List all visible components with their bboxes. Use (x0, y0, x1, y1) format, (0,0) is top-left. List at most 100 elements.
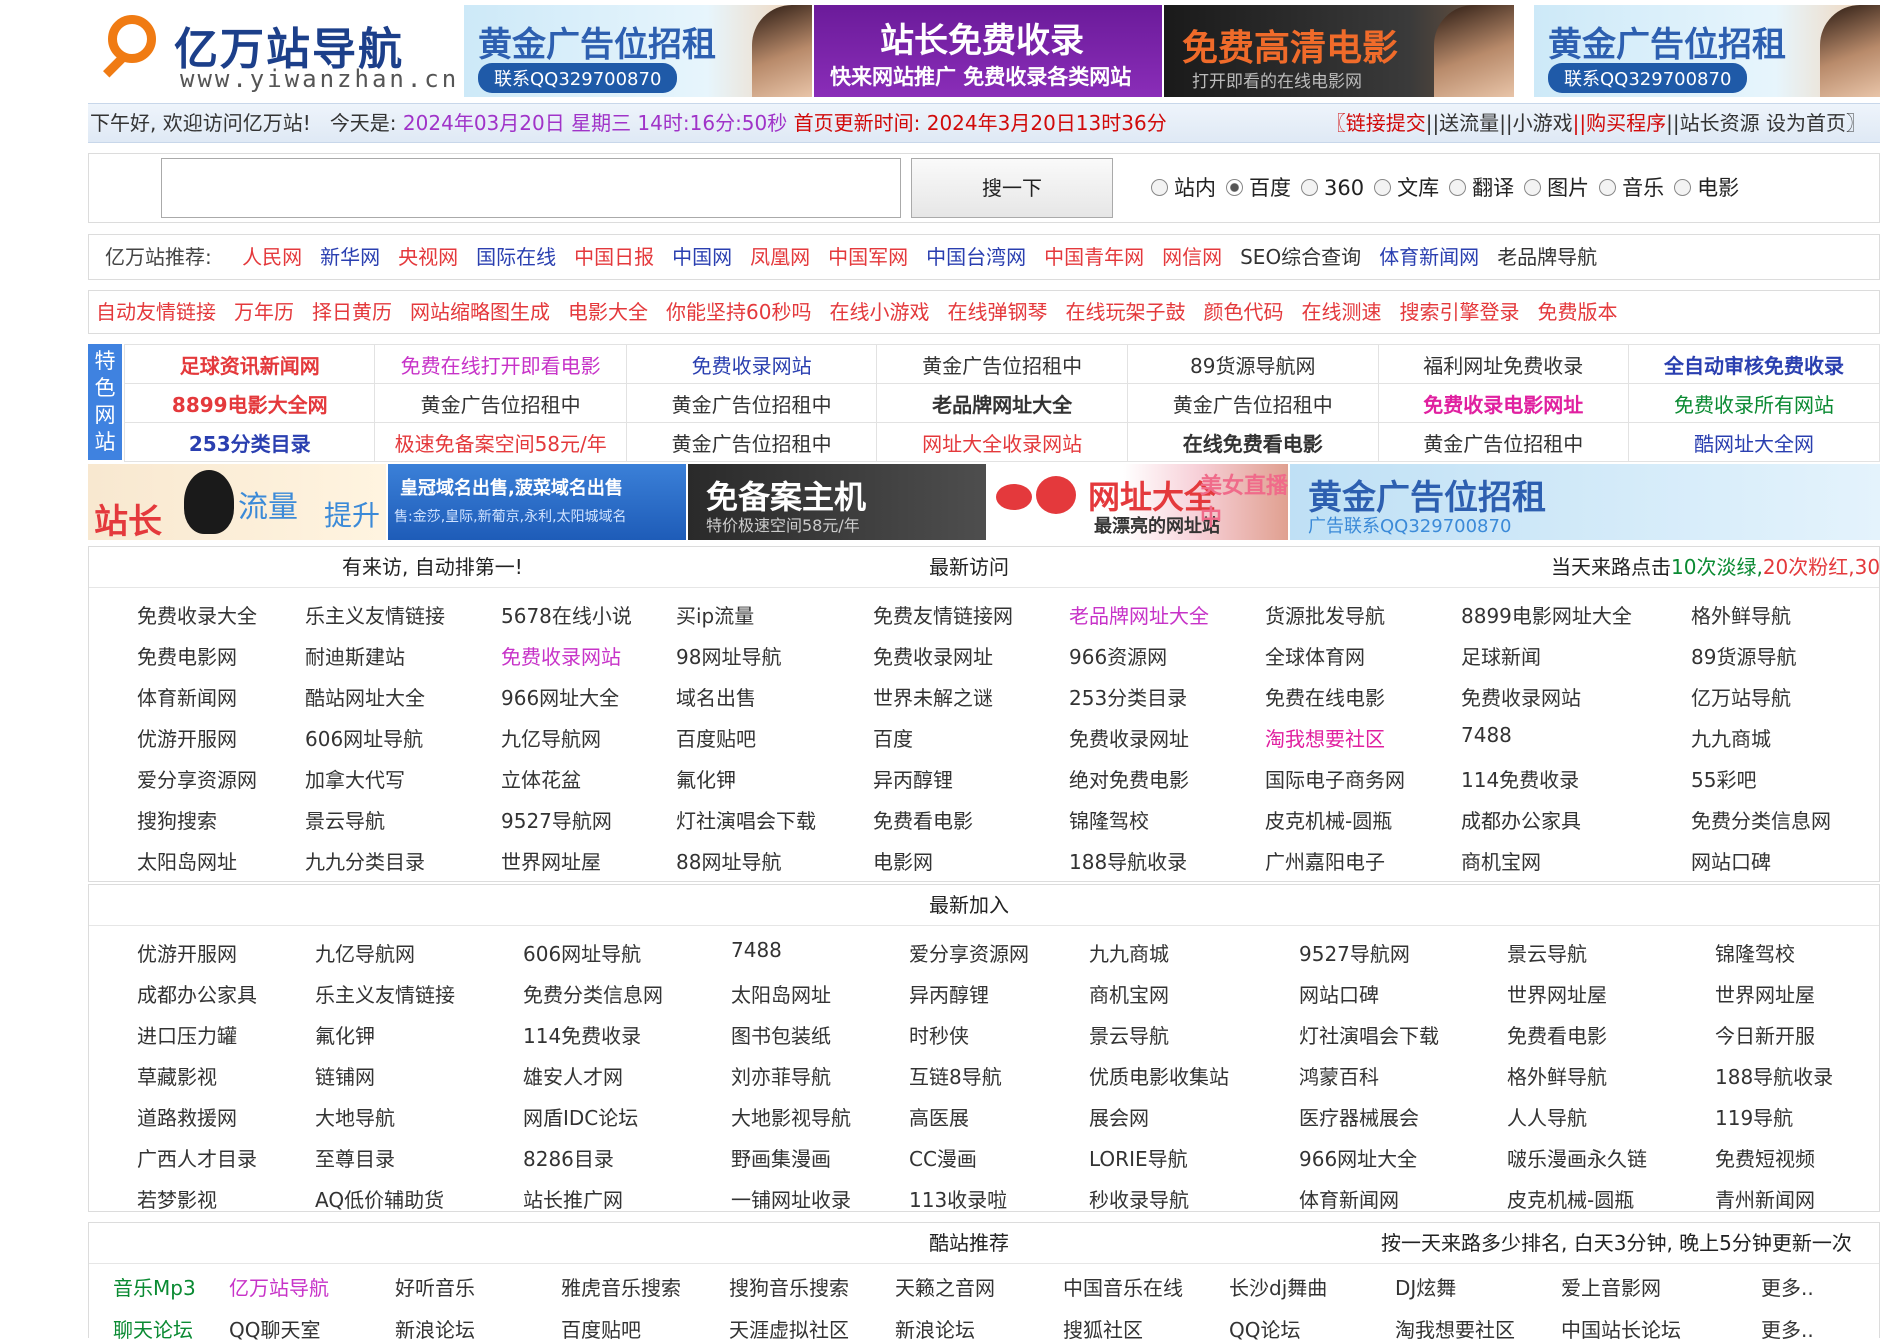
cool-link[interactable]: 中国音乐在线 (1063, 1272, 1183, 1301)
tool-link[interactable]: 电影大全 (568, 300, 648, 324)
recommend-link[interactable]: 网信网 (1162, 245, 1222, 269)
site-link[interactable]: 电影网 (873, 846, 933, 875)
site-link[interactable]: 格外鲜导航 (1691, 600, 1791, 629)
site-link[interactable]: 站长推广网 (523, 1184, 623, 1213)
site-link[interactable]: 灯社演唱会下载 (1299, 1020, 1439, 1049)
site-link[interactable]: 皮克机械-圆瓶 (1265, 805, 1392, 834)
site-link[interactable]: 刘亦菲导航 (731, 1061, 831, 1090)
site-link[interactable]: 秒收录导航 (1089, 1184, 1189, 1213)
site-link[interactable]: 搜狗搜索 (137, 805, 217, 834)
search-button[interactable]: 搜一下 (911, 158, 1113, 218)
banner-ad-3[interactable]: 免费高清电影 打开即看的在线电影网 (1164, 5, 1514, 97)
site-link[interactable]: 9527导航网 (1299, 938, 1410, 967)
site-link[interactable]: 进口压力罐 (137, 1020, 237, 1049)
site-link[interactable]: 若梦影视 (137, 1184, 217, 1213)
site-link[interactable]: 国际电子商务网 (1265, 764, 1405, 793)
radio-button[interactable] (1524, 179, 1542, 196)
site-link[interactable]: 今日新开服 (1715, 1020, 1815, 1049)
site-link[interactable]: 966资源网 (1069, 641, 1167, 670)
cool-link[interactable]: 亿万站导航 (229, 1272, 329, 1301)
site-link[interactable]: 113收录啦 (909, 1184, 1007, 1213)
site-link[interactable]: 爱分享资源网 (137, 764, 257, 793)
cool-link[interactable]: 新浪论坛 (895, 1314, 975, 1343)
radio-button[interactable] (1301, 179, 1318, 196)
featured-link[interactable]: 黄金广告位招租中 (625, 422, 878, 462)
site-link[interactable]: 高医展 (909, 1102, 969, 1131)
recommend-link[interactable]: 中国网 (672, 245, 732, 269)
tool-link[interactable]: 免费版本 (1537, 300, 1617, 324)
featured-link[interactable]: 8899电影大全网 (123, 383, 376, 423)
site-link[interactable]: 98网址导航 (676, 641, 781, 670)
site-link[interactable]: 7488 (731, 938, 782, 962)
site-link[interactable]: 足球新闻 (1461, 641, 1541, 670)
traffic-link[interactable]: ||送流量 (1426, 111, 1499, 135)
site-link[interactable]: 89货源导航 (1691, 641, 1796, 670)
cool-link[interactable]: 天籁之音网 (895, 1272, 995, 1301)
ad-domain-sale[interactable]: 皇冠域名出售,菠菜域名出售 售:金莎,皇际,新葡京,永利,太阳城域名 (388, 464, 686, 540)
site-link[interactable]: 免费收录网址 (1069, 723, 1189, 752)
site-link[interactable]: 世界网址屋 (1715, 979, 1815, 1008)
site-link[interactable]: 253分类目录 (1069, 682, 1187, 711)
site-link[interactable]: 8286目录 (523, 1143, 614, 1172)
site-link[interactable]: 景云导航 (1507, 938, 1587, 967)
recommend-link[interactable]: 中国军网 (828, 245, 908, 269)
site-link[interactable]: 异丙醇锂 (909, 979, 989, 1008)
site-link[interactable]: 全球体育网 (1265, 641, 1365, 670)
banner-ad-4[interactable]: 黄金广告位招租 联系QQ329700870 (1534, 5, 1880, 97)
featured-link[interactable]: 89货源导航网 (1126, 344, 1379, 384)
site-link[interactable]: 立体花盆 (501, 764, 581, 793)
site-link[interactable]: 体育新闻网 (1299, 1184, 1399, 1213)
search-option-5[interactable]: 图片 (1524, 154, 1589, 222)
buy-program-link[interactable]: ||购买程序 (1573, 111, 1666, 135)
tool-link[interactable]: 在线测速 (1301, 300, 1381, 324)
recommend-link[interactable]: 中国日报 (574, 245, 654, 269)
cool-link[interactable]: 爱上音影网 (1561, 1272, 1661, 1301)
banner-ad-2[interactable]: 站长免费收录 快来网站推广 免费收录各类网站 (814, 5, 1162, 97)
featured-link[interactable]: 黄金广告位招租中 (1377, 422, 1630, 462)
cool-link[interactable]: 百度贴吧 (561, 1314, 641, 1343)
site-link[interactable]: 大地影视导航 (731, 1102, 851, 1131)
site-link[interactable]: 人人导航 (1507, 1102, 1587, 1131)
site-link[interactable]: LORIE导航 (1089, 1143, 1188, 1172)
site-link[interactable]: 体育新闻网 (137, 682, 237, 711)
site-link[interactable]: 一铺网址收录 (731, 1184, 851, 1213)
recommend-link[interactable]: 新华网 (320, 245, 380, 269)
radio-button[interactable] (1449, 179, 1467, 196)
site-link[interactable]: 锦隆驾校 (1715, 938, 1795, 967)
site-link[interactable]: 老品牌网址大全 (1069, 600, 1209, 629)
featured-link[interactable]: 253分类目录 (123, 422, 376, 462)
search-option-2[interactable]: 360 (1301, 154, 1364, 222)
site-link[interactable]: 商机宝网 (1461, 846, 1541, 875)
radio-button[interactable] (1674, 179, 1692, 196)
cool-link[interactable]: 更多.. (1761, 1314, 1814, 1343)
site-link[interactable]: 966网址大全 (501, 682, 619, 711)
site-link[interactable]: 草藏影视 (137, 1061, 217, 1090)
featured-link[interactable]: 网址大全收录网站 (876, 422, 1128, 462)
site-link[interactable]: 免费短视频 (1715, 1143, 1815, 1172)
site-link[interactable]: 免费收录网站 (1461, 682, 1581, 711)
site-link[interactable]: 免费电影网 (137, 641, 237, 670)
site-link[interactable]: 互链8导航 (909, 1061, 1002, 1090)
featured-link[interactable]: 在线免费看电影 (1126, 422, 1379, 462)
site-link[interactable]: 图书包装纸 (731, 1020, 831, 1049)
site-link[interactable]: 88网址导航 (676, 846, 781, 875)
recommend-link[interactable]: 央视网 (398, 245, 458, 269)
site-link[interactable]: 606网址导航 (305, 723, 423, 752)
featured-link[interactable]: 黄金广告位招租中 (876, 344, 1128, 384)
recommend-link[interactable]: 凤凰网 (750, 245, 810, 269)
recommend-link[interactable]: 人民网 (242, 245, 302, 269)
site-link[interactable]: 道路救援网 (137, 1102, 237, 1131)
tool-link[interactable]: 在线弹钢琴 (947, 300, 1047, 324)
site-link[interactable]: 世界网址屋 (1507, 979, 1607, 1008)
site-link[interactable]: 广州嘉阳电子 (1265, 846, 1385, 875)
site-link[interactable]: 免费收录网站 (501, 641, 621, 670)
site-link[interactable]: 野画集漫画 (731, 1143, 831, 1172)
banner-ad-1[interactable]: 黄金广告位招租 联系QQ329700870 (464, 5, 812, 97)
site-link[interactable]: 爱分享资源网 (909, 938, 1029, 967)
recommend-link[interactable]: 老品牌导航 (1497, 245, 1597, 269)
site-link[interactable]: 免费在线电影 (1265, 682, 1385, 711)
featured-link[interactable]: 免费在线打开即看电影 (374, 344, 627, 384)
cool-link[interactable]: 搜狐社区 (1063, 1314, 1143, 1343)
site-link[interactable]: 景云导航 (1089, 1020, 1169, 1049)
site-link[interactable]: 链铺网 (315, 1061, 375, 1090)
